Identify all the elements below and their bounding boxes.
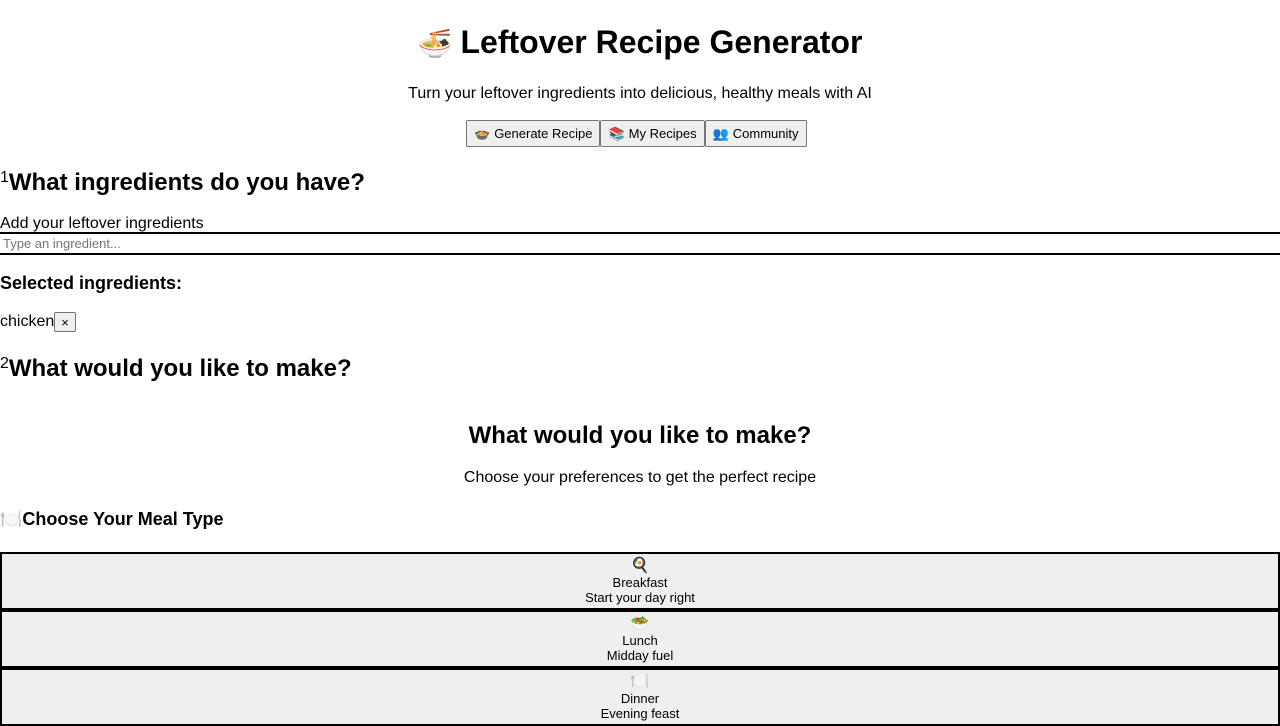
preferences-subtitle: Choose your preferences to get the perfe… — [463, 469, 817, 486]
main-nav: 🍲 Generate Recipe 📚 My Recipes 👥 Communi… — [466, 120, 807, 147]
remove-ingredient-button[interactable]: × — [54, 312, 76, 332]
step-1-heading: 1 What ingredients do you have? — [0, 168, 365, 198]
page-title-text: Leftover Recipe Generator — [460, 24, 863, 60]
meal-option-desc: Start your day right — [585, 590, 695, 605]
meal-option-desc: Midday fuel — [606, 648, 674, 663]
step-title: What would you like to make? — [8, 355, 352, 382]
meal-option-name: Lunch — [622, 633, 658, 648]
my-recipes-button[interactable]: 📚 My Recipes — [600, 120, 705, 147]
page-title: 🍜 Leftover Recipe Generator — [0, 20, 1280, 66]
add-ingredients-label: Add your leftover ingredients — [0, 215, 204, 232]
ingredient-chip-label: chicken — [0, 313, 55, 330]
step-number: 2 — [0, 355, 9, 372]
frying-pan-icon: 🍳 — [630, 557, 650, 574]
plate-icon: 🍽️ — [0, 509, 23, 529]
meal-option-breakfast[interactable]: 🍳 Breakfast Start your day right — [0, 552, 1280, 610]
generate-recipe-button[interactable]: 🍲 Generate Recipe — [466, 120, 601, 147]
step-number: 1 — [0, 169, 9, 186]
selected-ingredients-title: Selected ingredients: — [0, 273, 183, 293]
salad-icon: 🥗 — [630, 615, 650, 632]
meal-option-lunch[interactable]: 🥗 Lunch Midday fuel — [0, 610, 1280, 668]
people-icon: 👥 — [712, 125, 729, 141]
plate-icon: 🍽️ — [630, 673, 650, 690]
meal-type-title: Choose Your Meal Type — [22, 509, 224, 529]
meal-option-name: Breakfast — [612, 575, 668, 590]
generate-recipe-label: Generate Recipe — [494, 126, 593, 141]
ingredient-input[interactable] — [0, 232, 1280, 255]
preferences-title: What would you like to make? — [468, 422, 812, 449]
community-label: Community — [732, 126, 799, 141]
meal-option-name: Dinner — [620, 691, 660, 706]
meal-option-dinner[interactable]: 🍽️ Dinner Evening feast — [0, 668, 1280, 726]
ingredient-chip: chicken × — [0, 312, 76, 332]
step-2-heading: 2 What would you like to make? — [0, 354, 352, 384]
noodle-bowl-icon: 🍜 — [417, 28, 453, 59]
community-button[interactable]: 👥 Community — [704, 120, 807, 147]
step-title: What ingredients do you have? — [8, 169, 365, 196]
meal-type-list: 🍳 Breakfast Start your day right 🥗 Lunch… — [0, 552, 1280, 726]
my-recipes-label: My Recipes — [628, 126, 697, 141]
pot-icon: 🍲 — [474, 125, 491, 141]
meal-type-heading: 🍽️ Choose Your Meal Type — [0, 508, 223, 530]
books-icon: 📚 — [608, 125, 625, 141]
meal-option-desc: Evening feast — [600, 706, 680, 721]
page-subtitle: Turn your leftover ingredients into deli… — [408, 85, 872, 102]
